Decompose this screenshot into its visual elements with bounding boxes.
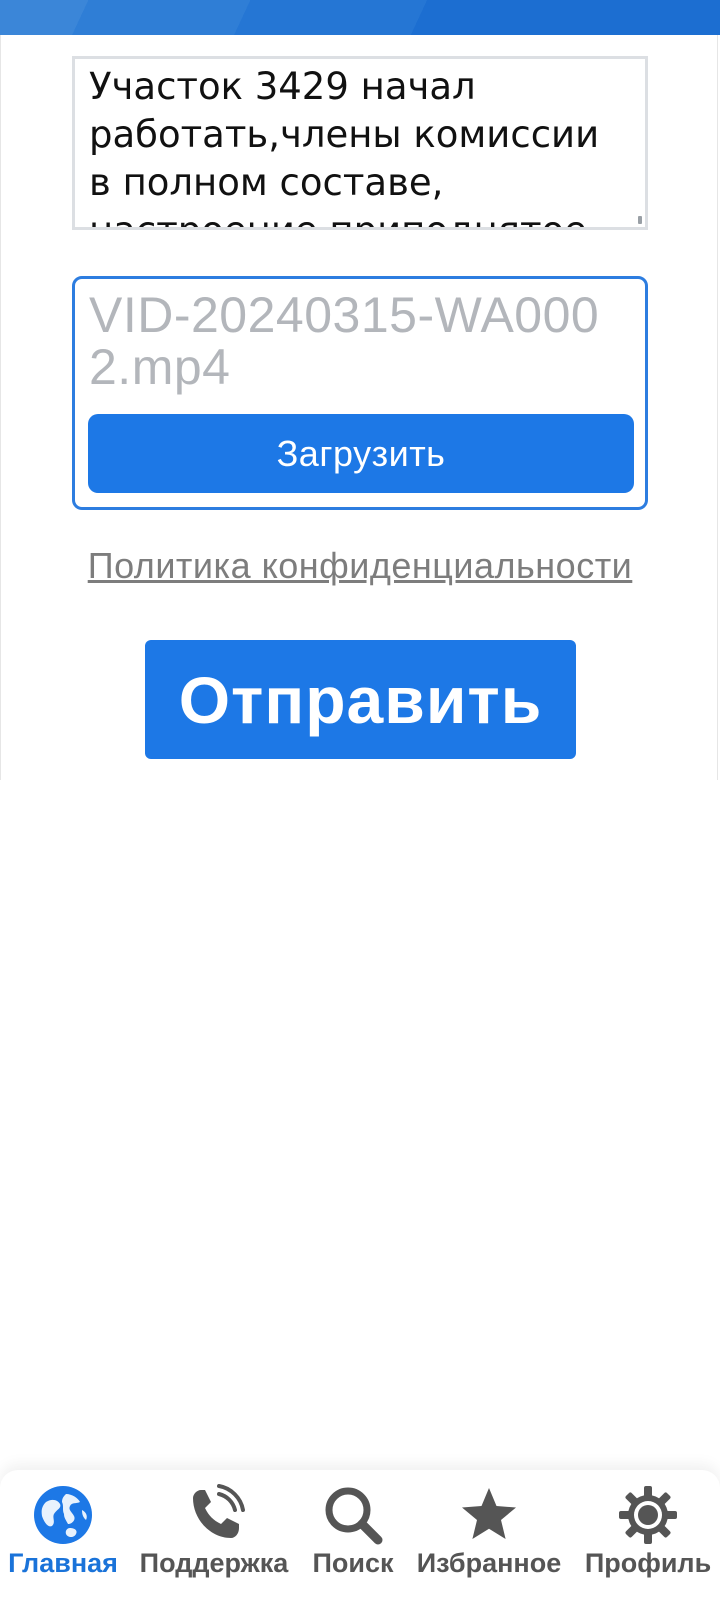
nav-item-search[interactable]: Поиск [306,1470,400,1600]
resize-grip-icon[interactable] [638,216,642,224]
gear-icon [617,1484,679,1546]
nav-label-support: Поддержка [139,1548,289,1578]
nav-item-profile[interactable]: Профиль [580,1470,716,1600]
nav-label-home: Главная [8,1548,118,1578]
search-icon [322,1484,384,1546]
message-text: Участок 3429 начал работать,члены комисс… [89,65,600,227]
message-textarea[interactable]: Участок 3429 начал работать,члены комисс… [72,56,648,230]
privacy-policy-link[interactable]: Политика конфиденциальности [0,545,720,587]
phone-icon [183,1484,245,1546]
send-button[interactable]: Отправить [145,640,576,759]
file-upload-card: VID-20240315-WA0002.mp4 Загрузить [72,276,648,510]
attached-file-name: VID-20240315-WA0002.mp4 [89,287,600,395]
nav-label-search: Поиск [312,1548,394,1578]
upload-button[interactable]: Загрузить [88,414,634,493]
nav-label-favorites: Избранное [416,1548,562,1578]
bottom-navigation: Главная Поддержка Поиск Избранное Профил… [0,1470,720,1600]
top-header-bar [0,0,720,35]
globe-icon [32,1484,94,1546]
nav-item-home[interactable]: Главная [4,1470,122,1600]
nav-item-support[interactable]: Поддержка [128,1470,300,1600]
nav-label-profile: Профиль [584,1548,712,1578]
star-icon [458,1484,520,1546]
nav-item-favorites[interactable]: Избранное [408,1470,570,1600]
